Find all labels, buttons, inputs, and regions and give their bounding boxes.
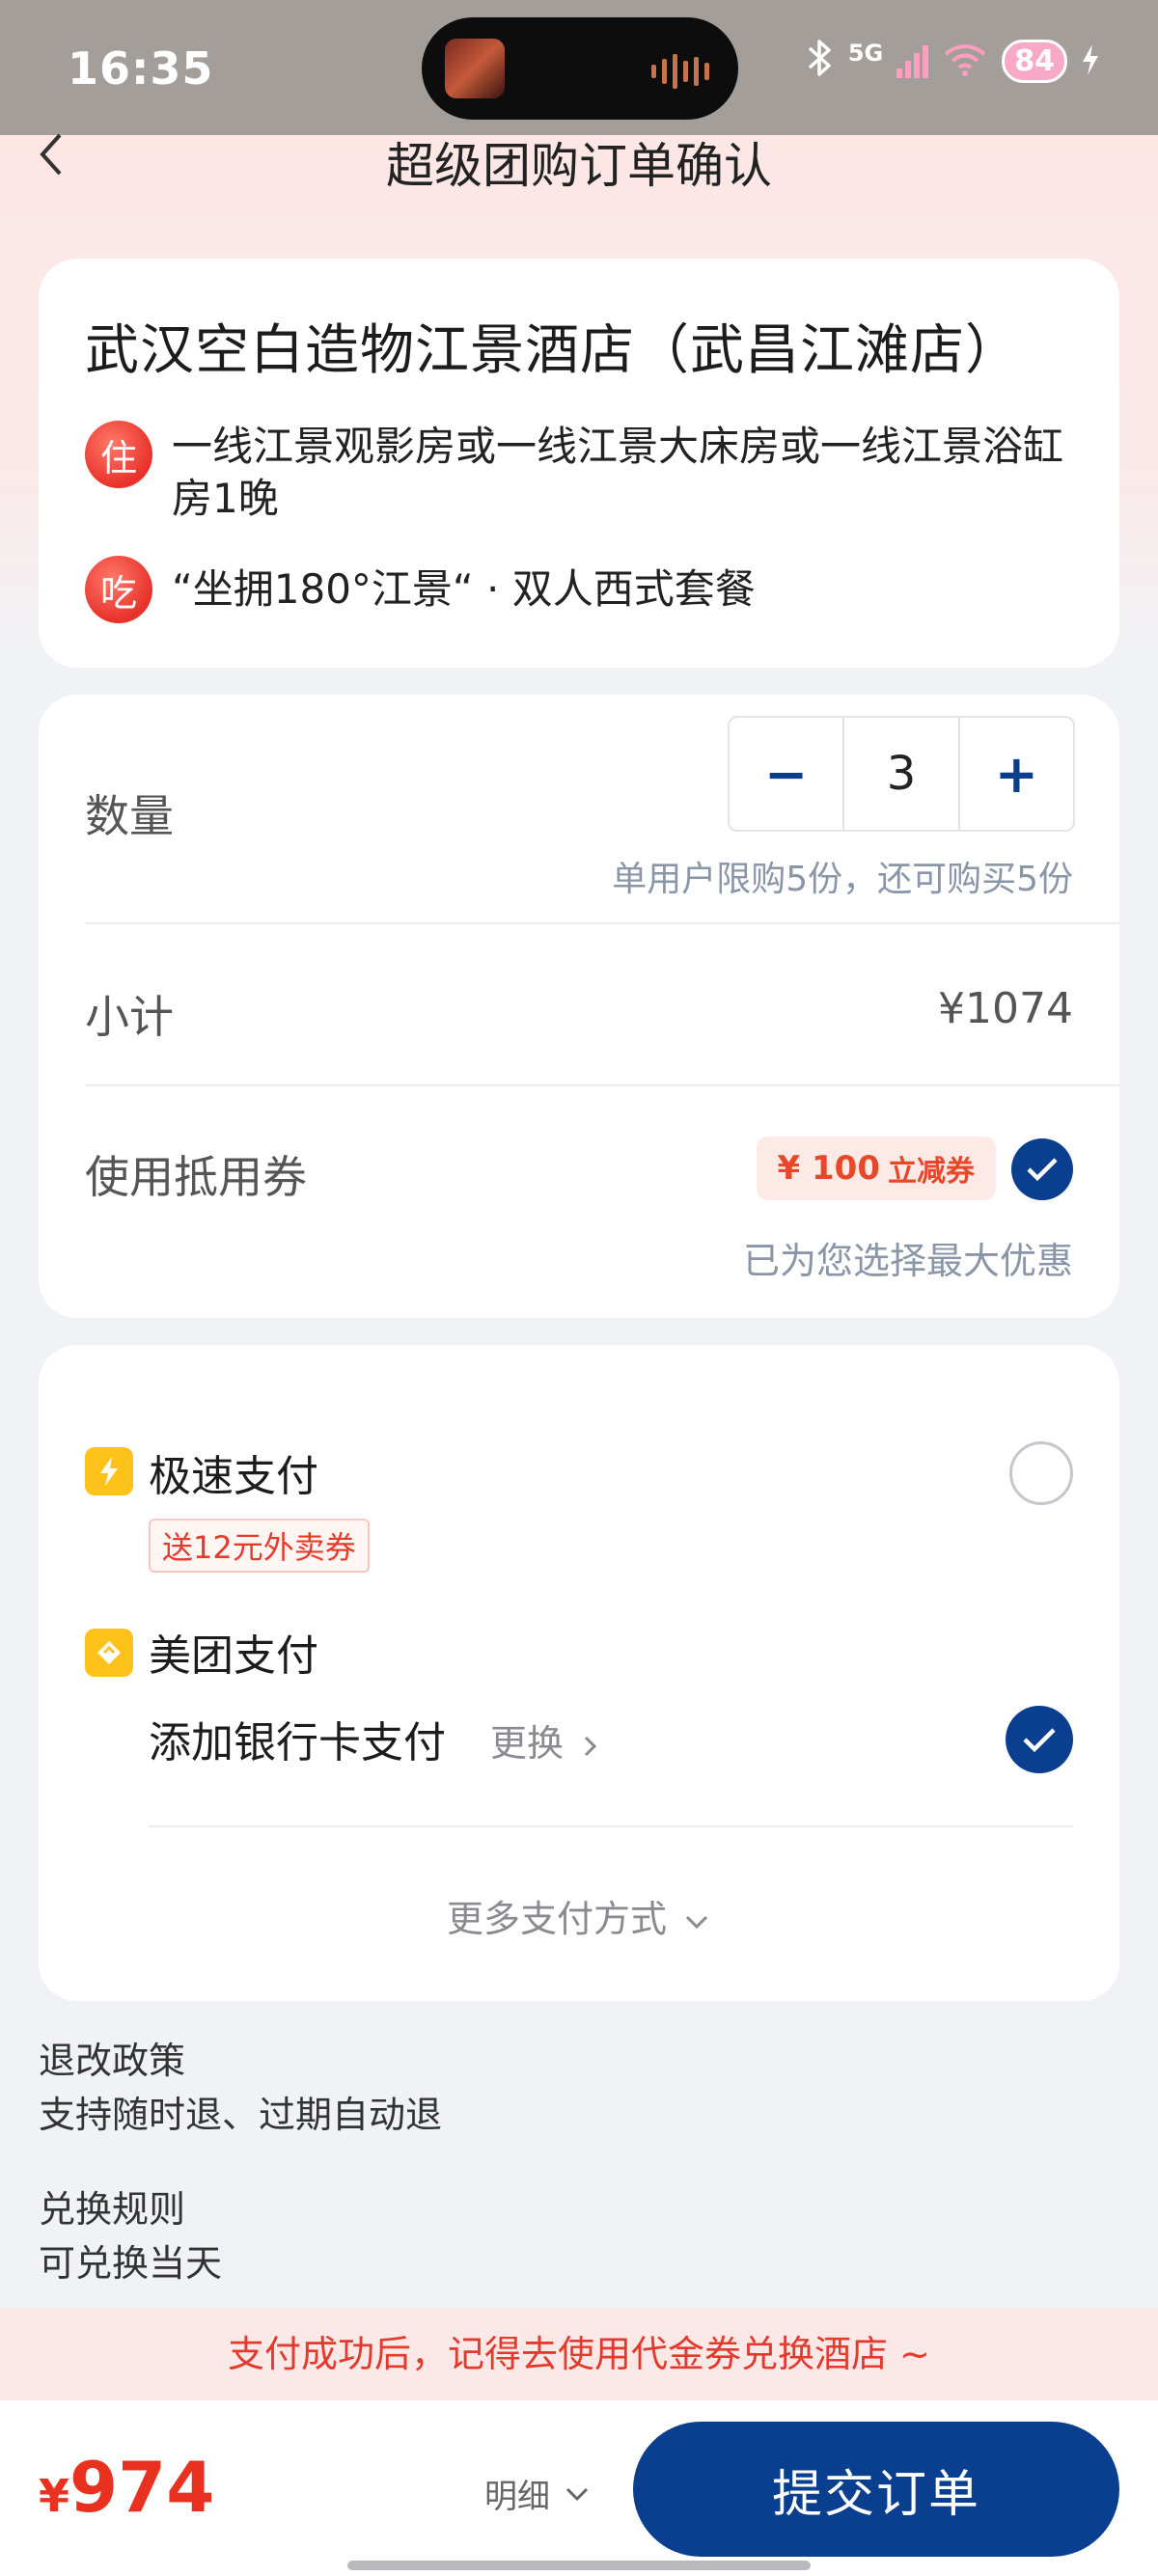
home-indicator [347, 2561, 811, 2570]
package-item-text: 一线江景观影房或一线江景大床房或一线江景浴缸房1晚 [172, 423, 1064, 522]
purchase-limit-hint: 单用户限购5份，还可购买5份 [612, 860, 1073, 899]
currency-symbol: ¥ [39, 2470, 70, 2522]
chevron-down-icon [565, 2487, 589, 2501]
page-title: 超级团购订单确认 [386, 138, 772, 194]
audio-wave-icon [651, 54, 709, 89]
package-item-meal: 吃 “坐拥180°江景“ · 双人西式套餐 [85, 556, 1079, 623]
more-payment-label: 更多支付方式 [446, 1898, 667, 1940]
status-time: 16:35 [68, 42, 214, 95]
payment-card: 极速支付 送12元外卖券 美团支付 添加银行卡支付 更换 更多支付方式 [39, 1345, 1119, 2001]
stay-badge-icon: 住 [85, 421, 152, 488]
quantity-label: 数量 [85, 790, 174, 842]
change-button[interactable]: 更换 [490, 1713, 600, 1767]
coupon-amount: ¥ 100 [777, 1149, 880, 1188]
chevron-right-icon [585, 1736, 597, 1756]
status-icons: 5G 84 [806, 39, 1100, 84]
more-payment-methods[interactable]: 更多支付方式 [39, 1889, 1119, 1942]
exchange-rules-title: 兑换规则 [39, 2188, 186, 2231]
bluetooth-icon [806, 39, 835, 84]
subtotal-label: 小计 [85, 991, 174, 1043]
status-bar: 16:35 5G 84 [0, 0, 1158, 135]
refund-policy-title: 退改政策 [39, 2040, 186, 2082]
chevron-down-icon [685, 1915, 708, 1929]
checkmark-icon [1027, 1158, 1058, 1182]
payment-option-fast-pay[interactable]: 极速支付 [149, 1441, 318, 1503]
bottom-bar: ¥974 明细 提交订单 [0, 2400, 1158, 2576]
exchange-rules-text: 可兑换当天 [39, 2242, 223, 2285]
decrease-button[interactable]: − [730, 718, 842, 830]
package-item-text: “坐拥180°江景“ · 双人西式套餐 [172, 565, 756, 613]
divider [149, 1825, 1073, 1827]
dynamic-island[interactable] [422, 17, 738, 120]
coupon-hint: 已为您选择最大优惠 [742, 1240, 1073, 1282]
price-detail-button[interactable]: 明细 [484, 2470, 591, 2517]
battery-icon: 84 [1002, 40, 1067, 83]
hotel-card: 武汉空白造物江景酒店（武昌江滩店） 住 一线江景观影房或一线江景大床房或一线江景… [39, 259, 1119, 668]
total-amount: 974 [69, 2447, 215, 2528]
package-item-stay: 住 一线江景观影房或一线江景大床房或一线江景浴缸房1晚 [85, 421, 1079, 525]
submit-order-button[interactable]: 提交订单 [633, 2422, 1119, 2557]
increase-button[interactable]: + [960, 718, 1073, 830]
lightning-icon [85, 1447, 133, 1495]
quantity-stepper: − 3 + [728, 716, 1075, 832]
order-summary-card: 数量 − 3 + 单用户限购5份，还可购买5份 小计 ¥1074 使用抵用券 ¥… [39, 695, 1119, 1318]
meal-badge-icon: 吃 [85, 556, 152, 623]
refund-policy: 退改政策 支持随时退、过期自动退 [39, 2034, 442, 2142]
change-label: 更换 [490, 1722, 565, 1765]
now-playing-thumbnail [445, 39, 505, 98]
refund-policy-text: 支持随时退、过期自动退 [39, 2094, 443, 2136]
charging-icon [1081, 42, 1100, 81]
divider [85, 922, 1119, 924]
payment-option-meituan-pay[interactable]: 美团支付 [149, 1621, 318, 1683]
promo-badge: 送12元外卖券 [149, 1519, 370, 1573]
checkmark-icon [1023, 1728, 1056, 1753]
meituan-pay-radio-checked[interactable] [1006, 1706, 1073, 1773]
exchange-rules: 兑换规则 可兑换当天 [39, 2182, 222, 2290]
bank-card-option[interactable]: 添加银行卡支付 [149, 1708, 446, 1769]
coupon-label: 使用抵用券 [85, 1151, 307, 1203]
wifi-icon [942, 42, 988, 81]
signal-icon [896, 44, 929, 78]
divider [85, 1084, 1119, 1086]
notice-banner: 支付成功后，记得去使用代金券兑换酒店 ~ [0, 2308, 1158, 2400]
fast-pay-radio[interactable] [1009, 1441, 1073, 1505]
network-type: 5G [847, 39, 884, 67]
subtotal-value: ¥1074 [938, 984, 1073, 1033]
meituan-pay-icon [85, 1629, 133, 1677]
coupon-tag[interactable]: ¥ 100 立减券 [756, 1137, 996, 1200]
detail-label: 明细 [484, 2478, 550, 2516]
quantity-value[interactable]: 3 [842, 718, 960, 830]
coupon-checkbox[interactable] [1011, 1138, 1073, 1200]
hotel-name: 武汉空白造物江景酒店（武昌江滩店） [85, 319, 1020, 382]
total-price: ¥974 [39, 2447, 214, 2528]
coupon-type: 立减券 [888, 1155, 975, 1189]
